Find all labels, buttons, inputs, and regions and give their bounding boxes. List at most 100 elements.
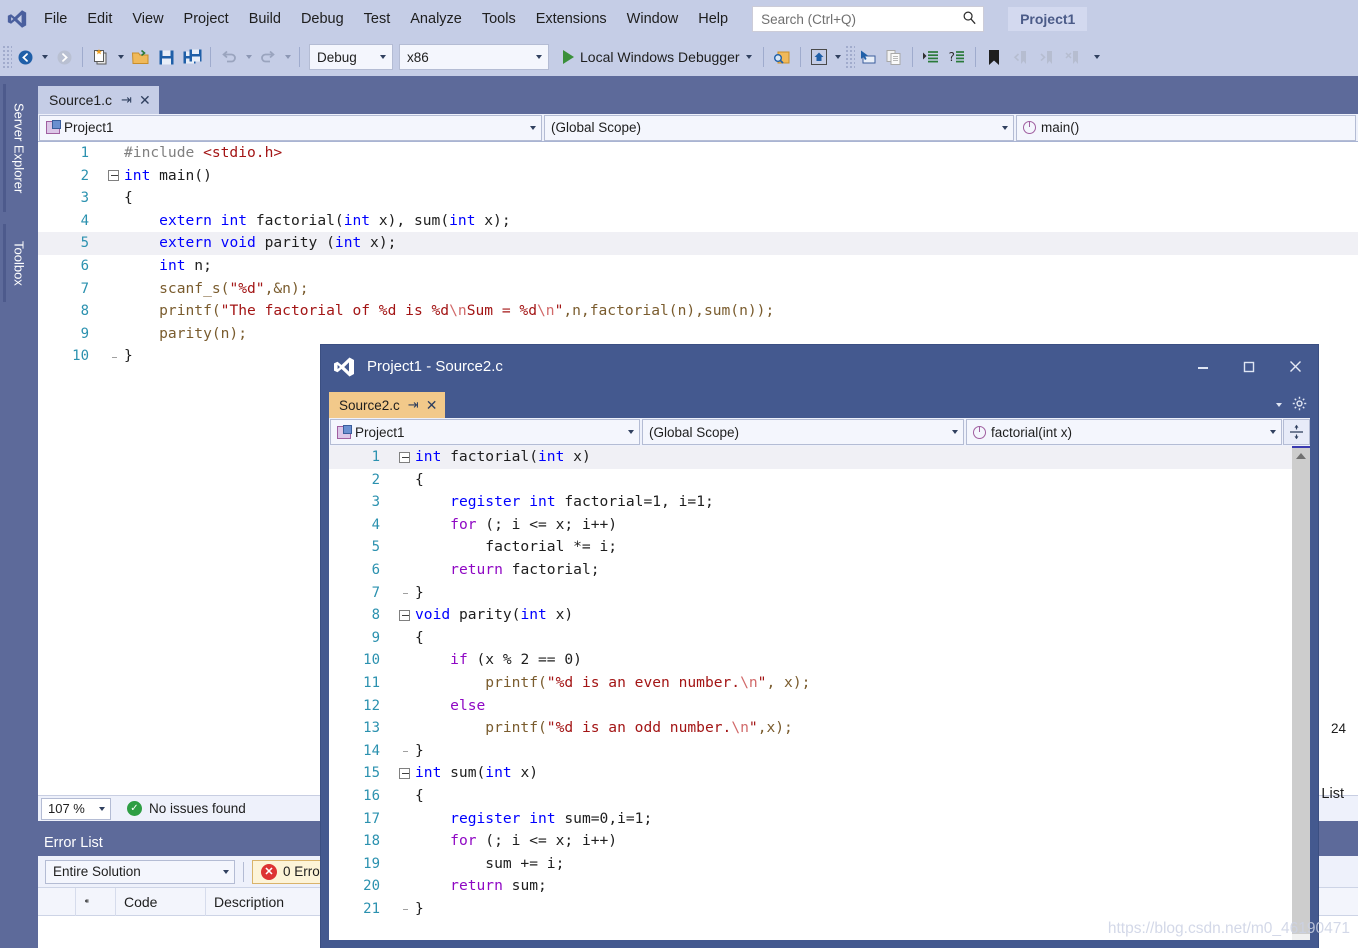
close-icon[interactable]: ✕ [139,92,151,109]
gear-icon[interactable] [1292,396,1307,414]
errors-filter-button[interactable]: ✕ 0 Erro [252,859,329,884]
code-line[interactable]: 9{ [329,627,1292,650]
new-item-dropdown[interactable] [114,44,127,70]
code-line[interactable]: 16 { [329,785,1292,808]
code-line[interactable]: 21} [329,898,1292,921]
collapse-minus-icon[interactable] [398,451,410,463]
pin-icon[interactable]: ⇥ [121,92,132,108]
code-line[interactable]: 13 printf("%d is an odd number.\n",x); [329,717,1292,740]
code-line[interactable]: 11 printf("%d is an even number.\n", x); [329,672,1292,695]
project-badge[interactable]: Project1 [1008,7,1088,31]
code-line[interactable]: 7 scanf_s("%d",&n); [38,278,1358,301]
navigate-back-icon[interactable] [12,44,38,70]
collapse-minus-icon[interactable] [107,170,119,182]
toolbar-grip[interactable] [2,45,12,69]
code-line[interactable]: 12 else [329,695,1292,718]
code-line[interactable]: 6 return factorial; [329,559,1292,582]
code-line[interactable]: 4 extern int factorial(int x), sum(int x… [38,210,1358,233]
error-scope-select[interactable]: Entire Solution [45,859,235,884]
scope-select[interactable]: (Global Scope) [642,419,964,445]
code-line[interactable]: 2 int main() [38,165,1358,188]
code-line[interactable]: 7} [329,582,1292,605]
code-line[interactable]: 2{ [329,469,1292,492]
code-line[interactable]: 18 for (; i <= x; i++) [329,830,1292,853]
column-header-blank[interactable] [38,887,76,916]
close-icon[interactable] [1272,351,1318,383]
scroll-up-icon[interactable] [1296,453,1306,459]
code-line[interactable]: 1 int factorial(int x) [329,446,1292,469]
member-select[interactable]: factorial(int x) [966,419,1282,445]
comment-icon[interactable]: ? [944,44,970,70]
bookmark-icon[interactable] [981,44,1007,70]
code-line[interactable]: 14} [329,740,1292,763]
fold-margin[interactable] [393,609,415,621]
start-window-dropdown[interactable] [832,44,845,70]
code-line[interactable]: 4 for (; i <= x; i++) [329,514,1292,537]
code-line[interactable]: 9 parity(n); [38,323,1358,346]
search-input[interactable]: Search (Ctrl+Q) [752,6,985,32]
menu-item-view[interactable]: View [122,0,173,38]
code-line[interactable]: 15 int sum(int x) [329,762,1292,785]
menu-item-build[interactable]: Build [239,0,291,38]
fold-margin[interactable] [102,170,124,182]
menu-item-project[interactable]: Project [174,0,239,38]
collapse-minus-icon[interactable] [398,609,410,621]
start-debugging-button[interactable]: Local Windows Debugger [557,43,758,71]
zoom-level-select[interactable]: 107 % [41,797,111,820]
toolbar-overflow-icon[interactable] [1091,44,1104,70]
start-window-icon[interactable] [806,44,832,70]
pin-icon[interactable]: ⇥ [408,397,419,413]
code-line[interactable]: 20 return sum; [329,875,1292,898]
code-line[interactable]: 5 factorial *= i; [329,536,1292,559]
project-select[interactable]: Project1 [39,114,542,141]
navigate-back-dropdown[interactable] [38,44,51,70]
code-line[interactable]: 8 printf("The factorial of %d is %d\nSum… [38,300,1358,323]
menu-item-file[interactable]: File [34,0,77,38]
find-in-files-icon[interactable] [769,44,795,70]
tab-source2-c[interactable]: Source2.c ⇥ ✕ [329,392,446,418]
save-all-icon[interactable] [179,44,205,70]
source2-code-editor[interactable]: 1 int factorial(int x) 2{3 register int fa… [329,446,1292,940]
chevron-down-icon[interactable] [1276,403,1282,407]
tab-source1-c[interactable]: Source1.c ⇥ ✕ [38,86,159,114]
menu-item-debug[interactable]: Debug [291,0,354,38]
code-line[interactable]: 17 register int sum=0,i=1; [329,808,1292,831]
menu-item-help[interactable]: Help [688,0,738,38]
project-select[interactable]: Project1 [330,419,640,445]
code-line[interactable]: 6 int n; [38,255,1358,278]
collapse-minus-icon[interactable] [398,768,410,780]
menu-item-test[interactable]: Test [354,0,401,38]
scope-select[interactable]: (Global Scope) [544,114,1014,141]
member-select[interactable]: main() [1016,114,1356,141]
code-line[interactable]: 10 if (x % 2 == 0) [329,649,1292,672]
scrollbar-thumb[interactable] [1292,448,1310,934]
split-view-icon[interactable] [1283,419,1310,445]
code-line[interactable]: 3{ [38,187,1358,210]
solution-platform-select[interactable]: x86 [399,44,549,70]
issues-status[interactable]: ✓ No issues found [127,801,246,816]
vertical-scrollbar[interactable] [1292,446,1310,940]
new-item-icon[interactable] [88,44,114,70]
maximize-icon[interactable] [1226,351,1272,383]
sidebar-item-server-explorer[interactable]: Server Explorer [3,84,32,212]
column-header-code[interactable]: Code [116,887,206,916]
save-icon[interactable] [153,44,179,70]
solution-configuration-select[interactable]: Debug [309,44,393,70]
code-line[interactable]: 1 #include <stdio.h> [38,142,1358,165]
menu-item-analyze[interactable]: Analyze [400,0,472,38]
column-header-sort[interactable]: ⁌ [76,887,116,916]
code-line[interactable]: 19 sum += i; [329,853,1292,876]
open-file-icon[interactable] [127,44,153,70]
sidebar-item-toolbox[interactable]: Toolbox [3,224,32,302]
pointer-select-icon[interactable] [855,44,881,70]
menu-item-edit[interactable]: Edit [77,0,122,38]
code-line[interactable]: 3 register int factorial=1, i=1; [329,491,1292,514]
floating-window-title-bar[interactable]: Project1 - Source2.c [321,345,1318,388]
increase-indent-icon[interactable] [918,44,944,70]
code-line[interactable]: 8 void parity(int x) [329,604,1292,627]
fold-margin[interactable] [393,451,415,463]
toolbar-grip-2[interactable] [844,45,855,69]
minimize-icon[interactable] [1180,351,1226,383]
code-line[interactable]: 5 extern void parity (int x); [38,232,1358,255]
menu-item-window[interactable]: Window [617,0,689,38]
